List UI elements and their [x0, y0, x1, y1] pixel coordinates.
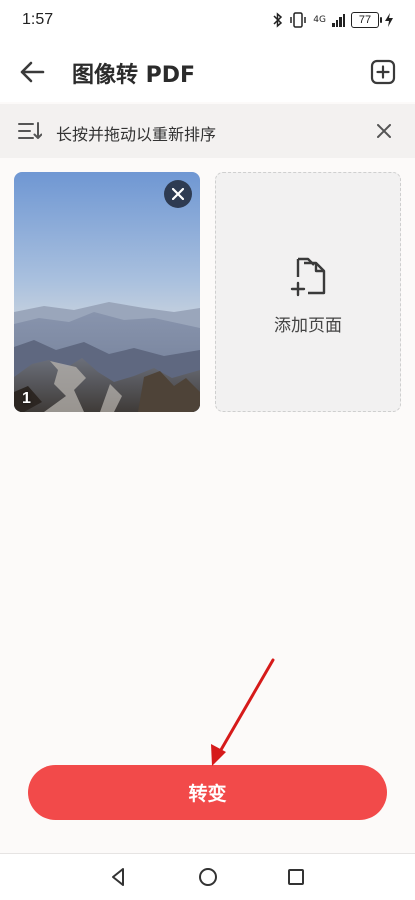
mountain-landscape-photo	[14, 172, 200, 412]
charging-icon	[385, 13, 393, 27]
add-document-icon	[290, 257, 326, 297]
arrow-left-icon	[20, 61, 45, 83]
hint-close-button[interactable]	[373, 120, 395, 142]
close-icon	[377, 124, 391, 138]
reorder-hint-bar: 长按并拖动以重新排序	[0, 104, 415, 158]
nav-home-icon[interactable]	[198, 867, 218, 887]
battery-level: 77	[358, 14, 372, 26]
sort-lines-icon	[18, 122, 42, 139]
nav-back-icon[interactable]	[109, 867, 129, 887]
status-time: 1:57	[22, 11, 54, 28]
hint-text: 长按并拖动以重新排序	[56, 125, 217, 144]
network-type: 4G	[313, 14, 326, 25]
status-icons: 4G 77	[273, 11, 393, 29]
page-number: 1	[22, 390, 31, 407]
battery-icon: 77	[351, 12, 382, 28]
add-page-button[interactable]: 添加页面	[215, 172, 401, 412]
add-image-button[interactable]	[369, 58, 397, 86]
vibrate-icon	[290, 12, 307, 28]
system-nav-bar	[0, 854, 415, 900]
plus-square-icon	[370, 59, 396, 85]
nav-recents-icon[interactable]	[286, 867, 306, 887]
app-header: 图像转 PDF	[0, 40, 415, 102]
page-thumbnail[interactable]: 1	[14, 172, 200, 412]
status-bar: 1:57 4G 77	[0, 0, 415, 40]
signal-icon	[332, 13, 345, 27]
back-button[interactable]	[16, 56, 48, 88]
add-page-label: 添加页面	[274, 316, 342, 336]
bluetooth-icon	[273, 12, 283, 28]
close-icon	[172, 188, 184, 200]
convert-button[interactable]: 转变	[28, 765, 387, 820]
page-title: 图像转 PDF	[72, 63, 196, 88]
remove-page-button[interactable]	[164, 180, 192, 208]
